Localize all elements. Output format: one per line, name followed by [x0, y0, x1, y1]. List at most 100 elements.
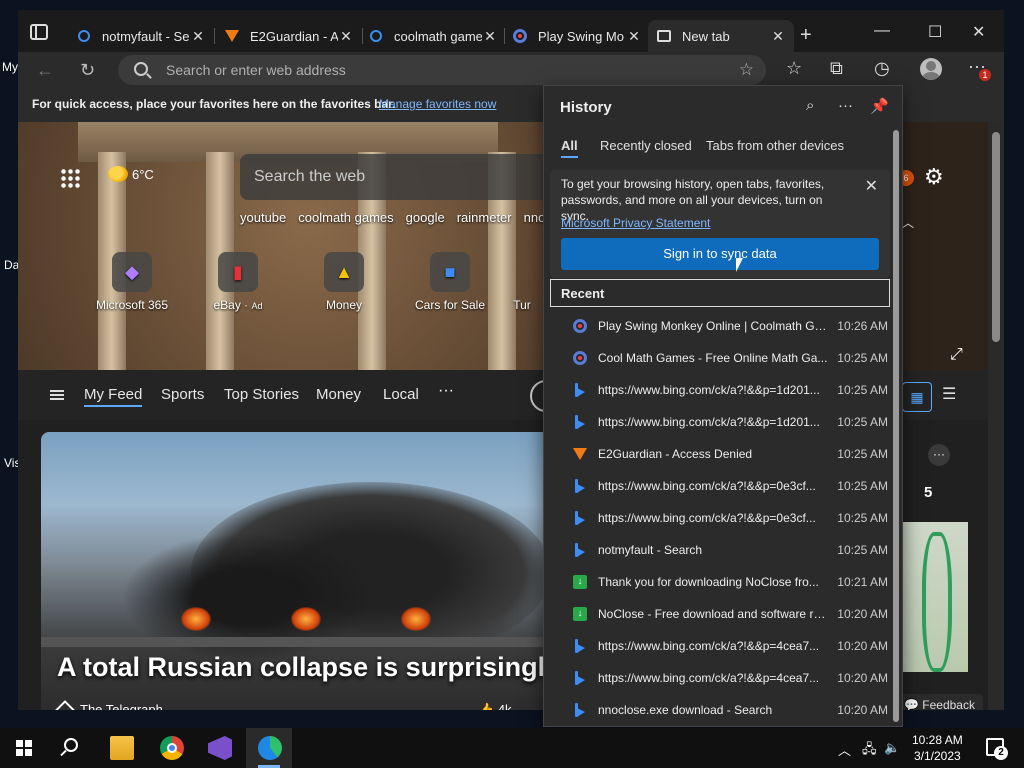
search-icon[interactable]: ⌕ — [806, 97, 814, 114]
history-icon[interactable]: ◷ — [874, 58, 890, 79]
weather-widget[interactable]: 6°C — [108, 166, 154, 182]
chevron-up-icon[interactable]: ︿ — [838, 740, 851, 759]
address-input[interactable] — [166, 60, 666, 80]
minimize-icon[interactable]: — — [874, 22, 890, 40]
history-item[interactable]: ↓ Thank you for downloading NoClose fro..… — [550, 566, 890, 598]
close-window-icon[interactable]: ✕ — [972, 22, 985, 42]
quick-link[interactable]: google — [406, 210, 445, 225]
history-item[interactable]: https://www.bing.com/ck/a?!&&p=0e3cf... 1… — [550, 502, 890, 534]
chrome-icon[interactable] — [160, 736, 184, 760]
coolmath-icon — [572, 350, 588, 366]
tab-title: New tab — [682, 28, 730, 44]
list-view-icon[interactable]: ☰ — [942, 384, 956, 404]
pin-icon[interactable]: 📌 — [870, 97, 889, 115]
expand-icon[interactable]: ⤢ — [950, 346, 963, 364]
file-explorer-icon[interactable] — [110, 736, 134, 760]
history-item[interactable]: E2Guardian - Access Denied 10:25 AM — [550, 438, 890, 470]
windows-start-icon[interactable] — [16, 740, 32, 756]
bing-icon — [572, 638, 588, 654]
new-tab-plus-icon[interactable]: + — [800, 24, 812, 47]
history-item[interactable]: https://www.bing.com/ck/a?!&&p=1d201... 1… — [550, 374, 890, 406]
history-item[interactable]: Play Swing Monkey Online | Coolmath Ga..… — [550, 310, 890, 342]
tab-sports[interactable]: Sports — [161, 386, 204, 403]
tab-coolmath-search[interactable]: coolmath game ✕ — [360, 20, 506, 52]
refresh-icon[interactable]: ↻ — [80, 60, 95, 81]
close-tab-icon[interactable]: ✕ — [770, 28, 786, 45]
recent-header[interactable]: Recent — [550, 279, 890, 307]
search-icon[interactable] — [64, 738, 78, 752]
traffic-map[interactable] — [902, 522, 968, 672]
history-item[interactable]: nnoclose.exe download - Search 10:20 AM — [550, 694, 890, 726]
favorites-icon[interactable]: ☆ — [786, 58, 802, 79]
history-item[interactable]: https://www.bing.com/ck/a?!&&p=1d201... 1… — [550, 406, 890, 438]
history-item[interactable]: https://www.bing.com/ck/a?!&&p=0e3cf... 1… — [550, 470, 890, 502]
coolmath-icon — [512, 28, 528, 44]
web-search-box[interactable]: Search the web — [240, 154, 550, 200]
news-headline[interactable]: A total Russian collapse is surprisingly — [57, 652, 551, 683]
news-source[interactable]: The Telegraph — [55, 699, 163, 710]
tab-recently-closed[interactable]: Recently closed — [600, 138, 692, 153]
history-item[interactable]: ↓ NoClose - Free download and software re… — [550, 598, 890, 630]
more-icon[interactable]: ··· — [438, 382, 454, 400]
add-favorite-icon[interactable]: ☆ — [739, 60, 754, 80]
like-button[interactable]: 👍 4k — [478, 702, 512, 710]
weather-icon — [108, 166, 128, 182]
tab-actions-icon[interactable] — [30, 24, 48, 40]
sign-in-sync-button[interactable]: Sign in to sync data — [561, 238, 879, 270]
tile-partial[interactable]: Tur — [502, 252, 542, 312]
gear-icon[interactable]: ⚙ — [924, 164, 944, 190]
visual-studio-icon[interactable] — [208, 736, 232, 760]
tab-new-tab[interactable]: New tab ✕ — [648, 20, 794, 52]
collections-icon[interactable]: ⧉ — [830, 58, 843, 79]
edge-icon[interactable] — [258, 736, 282, 760]
history-item[interactable]: https://www.bing.com/ck/a?!&&p=4cea7... 1… — [550, 630, 890, 662]
chevron-up-icon[interactable]: ︿ — [902, 214, 914, 231]
profile-avatar[interactable] — [920, 58, 942, 80]
news-card[interactable]: A total Russian collapse is surprisingly — [41, 432, 551, 710]
address-bar[interactable]: ☆ — [118, 55, 766, 85]
sync-prompt: To get your browsing history, open tabs,… — [550, 170, 890, 278]
clock[interactable]: 10:28 AM 3/1/2023 — [912, 732, 963, 764]
history-item-time: 10:25 AM — [837, 415, 888, 429]
close-tab-icon[interactable]: ✕ — [626, 28, 642, 45]
apps-grid-icon[interactable] — [60, 168, 80, 188]
tile-money[interactable]: ▲ Money — [304, 252, 384, 312]
tab-notmyfault[interactable]: notmyfault - Se ✕ — [68, 20, 214, 52]
privacy-statement-link[interactable]: Microsoft Privacy Statement — [561, 216, 710, 230]
tab-other-devices[interactable]: Tabs from other devices — [706, 138, 844, 153]
volume-icon[interactable]: 🔈 — [884, 740, 900, 756]
feedback-button[interactable]: 💬 Feedback — [896, 694, 983, 710]
quick-link[interactable]: coolmath games — [298, 210, 393, 225]
tab-all[interactable]: All — [561, 138, 578, 158]
menu-icon[interactable] — [50, 390, 64, 400]
history-item[interactable]: notmyfault - Search 10:25 AM — [550, 534, 890, 566]
desktop-icon-label[interactable]: My — [2, 60, 18, 74]
page-scrollbar[interactable] — [988, 122, 1004, 710]
grid-view-icon[interactable]: ▦ — [902, 382, 932, 412]
tab-my-feed[interactable]: My Feed — [84, 386, 143, 407]
history-scrollbar[interactable] — [892, 130, 900, 722]
more-icon[interactable]: ··· — [838, 97, 853, 114]
tab-swing-monkey[interactable]: Play Swing Mo ✕ — [504, 20, 650, 52]
tile-ebay[interactable]: ▮ eBay · Ad — [198, 252, 278, 312]
tile-label: Cars for Sale — [414, 298, 486, 312]
network-icon[interactable]: 🖧 — [862, 740, 877, 762]
manage-favorites-link[interactable]: Manage favorites now — [379, 97, 496, 111]
close-tab-icon[interactable]: ✕ — [190, 28, 206, 45]
tab-e2guardian[interactable]: E2Guardian - A ✕ — [216, 20, 362, 52]
maximize-icon[interactable]: ☐ — [928, 22, 942, 42]
history-item[interactable]: Cool Math Games - Free Online Math Ga...… — [550, 342, 890, 374]
history-item[interactable]: https://www.bing.com/ck/a?!&&p=4cea7... 1… — [550, 662, 890, 694]
tab-local[interactable]: Local — [383, 386, 419, 403]
quick-link[interactable]: rainmeter — [457, 210, 512, 225]
quick-link[interactable]: youtube — [240, 210, 286, 225]
tile-cars-for-sale[interactable]: ■ Cars for Sale — [410, 252, 490, 312]
tile-microsoft-365[interactable]: ◆ Microsoft 365 — [92, 252, 172, 312]
close-icon[interactable]: ✕ — [865, 176, 878, 196]
close-tab-icon[interactable]: ✕ — [338, 28, 354, 45]
back-arrow-icon[interactable]: ← — [36, 60, 54, 81]
more-icon[interactable]: ··· — [928, 444, 950, 466]
tab-top-stories[interactable]: Top Stories — [224, 386, 299, 403]
tab-money[interactable]: Money — [316, 386, 361, 403]
close-tab-icon[interactable]: ✕ — [482, 28, 498, 45]
